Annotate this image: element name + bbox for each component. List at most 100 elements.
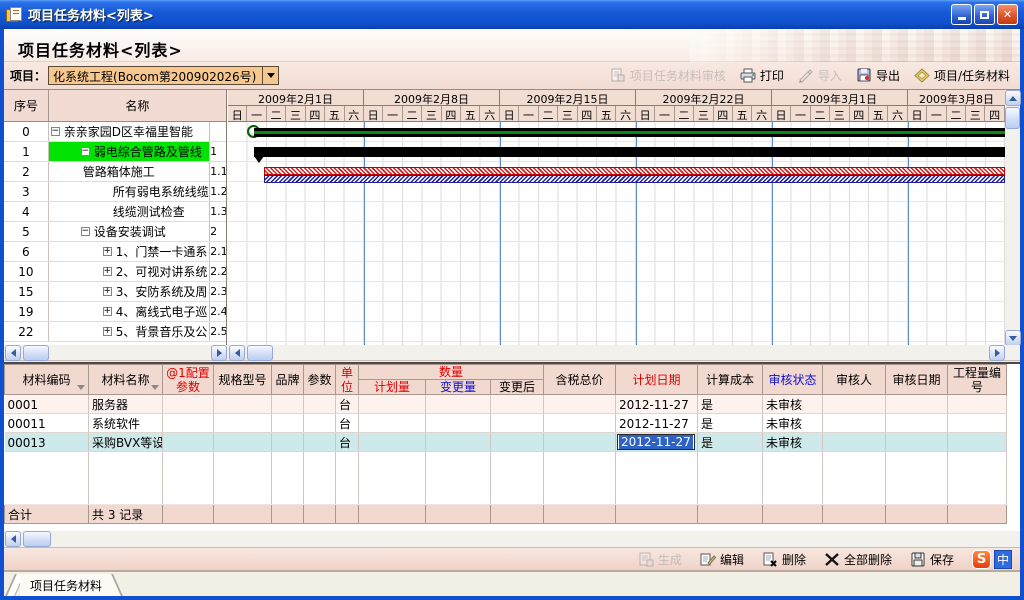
expand-icon[interactable]: + <box>103 287 112 296</box>
material-button[interactable]: 项目/任务材料 <box>914 67 1010 84</box>
task-row[interactable]: 3所有弱电系统线缆1.2 <box>4 182 226 202</box>
column-header-plan_date[interactable]: 计划日期 <box>616 365 698 395</box>
total-cell <box>214 505 272 524</box>
column-header-qty[interactable]: 数量 <box>359 365 544 380</box>
gantt-scroll-right-button[interactable] <box>989 345 1005 361</box>
left-grid-scroll-thumb[interactable] <box>23 345 49 361</box>
total-row: 合计共 3 记录 <box>5 505 1007 524</box>
sogou-icon[interactable]: S <box>972 550 991 569</box>
column-header-chg_qty[interactable]: 变更量 <box>426 380 491 395</box>
gantt-scroll-thumb[interactable] <box>247 345 273 361</box>
import-button: 导入 <box>798 67 842 84</box>
column-header-name[interactable]: 材料名称 <box>89 365 163 395</box>
column-header-calc_cost[interactable]: 计算成本 <box>698 365 763 395</box>
task-seq: 5 <box>4 222 49 241</box>
column-header-audit_status[interactable]: 审核状态 <box>763 365 823 395</box>
gantt-bar-summary[interactable] <box>254 147 1005 157</box>
gantt-day-label: 二 <box>267 106 286 122</box>
scroll-up-button[interactable] <box>1005 90 1021 106</box>
task-name: 所有弱电系统线缆 <box>113 183 209 200</box>
gantt-bar-summary[interactable] <box>254 128 1005 137</box>
material-row[interactable]: 00013采购BVX等设备台2012-11-27是未审核 <box>5 433 1007 452</box>
task-wbs: 1.2 <box>210 182 226 201</box>
cell-calc_cost: 是 <box>698 395 763 414</box>
gantt-day-label: 日 <box>908 106 927 122</box>
project-select-arrow[interactable] <box>262 67 278 84</box>
material-row[interactable]: 00011系统软件台2012-11-27是未审核 <box>5 414 1007 433</box>
maximize-button[interactable] <box>974 4 995 25</box>
task-row[interactable]: 10+2、可视对讲系统2.2 <box>4 262 226 282</box>
task-row[interactable]: 2管路箱体施工1.1 <box>4 162 226 182</box>
tab-materials[interactable]: 项目任务材料 <box>20 574 111 596</box>
task-name-cell: 管路箱体施工 <box>49 162 210 181</box>
gantt-scroll-left-button[interactable] <box>229 345 245 361</box>
task-wbs: 2.3 <box>210 282 226 301</box>
empty-cell <box>616 452 698 505</box>
expand-icon[interactable]: + <box>103 307 112 316</box>
column-header-after_qty[interactable]: 变更后 <box>491 380 544 395</box>
task-row[interactable]: 15+3、安防系统及周2.3 <box>4 282 226 302</box>
gantt-day-label: 日 <box>364 106 383 122</box>
table-header-row: 材料编码材料名称@1配置参数规格型号品牌参数单位数量含税总价计划日期计算成本审核… <box>5 365 1007 380</box>
task-row[interactable]: 6+1、门禁一卡通系2.1 <box>4 242 226 262</box>
minimize-button[interactable] <box>951 4 972 25</box>
edit-button[interactable]: 编辑 <box>700 551 744 568</box>
task-name: 5、背景音乐及公 <box>116 323 208 340</box>
gantt-bar-actual[interactable] <box>264 175 1005 183</box>
collapse-icon[interactable]: − <box>81 227 90 236</box>
column-header-param[interactable]: 参数 <box>304 365 336 395</box>
gantt-bar-planned[interactable] <box>264 167 1005 175</box>
plan-date-editor[interactable]: 2012-11-27 <box>617 434 696 450</box>
expand-icon[interactable]: + <box>103 327 112 336</box>
task-name-cell: −弱电综合管路及管线 <box>49 142 210 161</box>
cell-audit_status: 未审核 <box>763 395 823 414</box>
column-header-seq[interactable]: 序号 <box>4 90 49 121</box>
material-row[interactable]: 0001服务器台2012-11-27是未审核 <box>5 395 1007 414</box>
collapse-icon[interactable]: − <box>51 127 60 136</box>
tab-label: 项目任务材料 <box>30 579 102 593</box>
print-button[interactable]: 打印 <box>740 67 784 84</box>
task-row[interactable]: 22+5、背景音乐及公2.5 <box>4 322 226 342</box>
save-label: 保存 <box>930 551 954 568</box>
column-header-total[interactable]: 含税总价 <box>544 365 616 395</box>
table-scroll-left-button[interactable] <box>5 531 21 547</box>
project-select[interactable]: 化系统工程(Bocom第200902026号) <box>48 66 279 85</box>
vertical-scroll-thumb[interactable] <box>1005 107 1020 129</box>
column-header-audit_date[interactable]: 审核日期 <box>886 365 948 395</box>
task-row[interactable]: 1−弱电综合管路及管线1 <box>4 142 226 162</box>
table-scroll-thumb[interactable] <box>23 531 51 547</box>
column-header-unit[interactable]: 单位 <box>336 365 359 395</box>
column-header-brand[interactable]: 品牌 <box>272 365 304 395</box>
cell-spec <box>214 414 272 433</box>
cell-audit_date <box>886 395 948 414</box>
column-header-spec[interactable]: 规格型号 <box>214 365 272 395</box>
column-header-plan_qty[interactable]: 计划量 <box>359 380 426 395</box>
save-button[interactable]: 保存 <box>910 551 954 568</box>
expand-icon[interactable]: + <box>103 267 112 276</box>
date-input[interactable]: 2012-11-27 <box>617 434 695 450</box>
column-header-cfg[interactable]: @1配置参数 <box>163 365 214 395</box>
task-row[interactable]: 4线缆测试检查1.3 <box>4 202 226 222</box>
export-button[interactable]: 导出 <box>856 67 900 84</box>
gantt-week-label: 2009年2月15日 <box>500 90 636 106</box>
gantt-day-label: 六 <box>752 106 771 122</box>
column-header-code[interactable]: 材料编码 <box>5 365 89 395</box>
gantt-vertical-scrollbar[interactable] <box>1005 90 1020 346</box>
chinese-ime-icon[interactable]: 中 <box>994 550 1012 569</box>
sort-icon <box>77 385 85 390</box>
column-header-wbs_no[interactable]: 工程量编号 <box>948 365 1007 395</box>
scroll-down-button[interactable] <box>1005 330 1021 346</box>
close-button[interactable]: ✕ <box>997 4 1018 25</box>
task-row[interactable]: 19+4、离线式电子巡2.4 <box>4 302 226 322</box>
left-grid-scroll-left-button[interactable] <box>5 345 21 361</box>
expand-icon[interactable]: + <box>103 247 112 256</box>
task-row[interactable]: 0−亲亲家园D区幸福里智能 <box>4 122 226 142</box>
task-row[interactable]: 5−设备安装调试2 <box>4 222 226 242</box>
delete-button[interactable]: 删除 <box>762 551 806 568</box>
splitter-right-button[interactable] <box>211 345 227 361</box>
column-header-auditor[interactable]: 审核人 <box>823 365 886 395</box>
delete-all-button[interactable]: 全部删除 <box>824 551 892 568</box>
arrow-up-icon <box>1009 96 1017 101</box>
column-header-name[interactable]: 名称 <box>49 90 226 121</box>
collapse-icon[interactable]: − <box>81 147 90 156</box>
